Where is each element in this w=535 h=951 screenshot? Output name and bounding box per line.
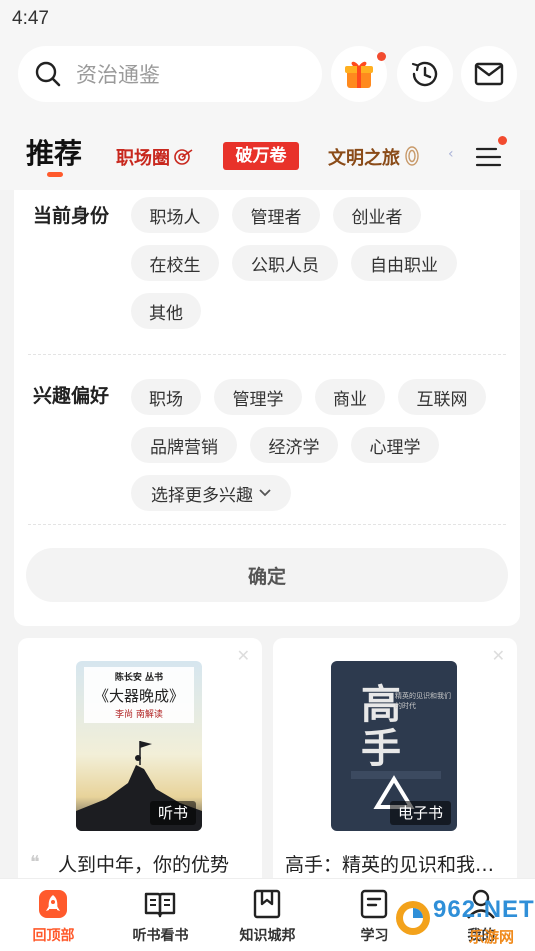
nav-label: 知识城邦 bbox=[239, 928, 296, 944]
history-icon bbox=[411, 61, 438, 87]
nav-back-to-top[interactable]: 回顶部 bbox=[0, 879, 107, 951]
cover-subtitle: 精英的见识和我们的时代 bbox=[395, 692, 451, 710]
search-bar[interactable]: 资治通鉴 bbox=[18, 46, 322, 102]
tab-civilization[interactable]: 文明之旅 bbox=[328, 144, 400, 170]
book-cover: 陈长安 丛书 《大器晚成》 李尚 南解读 听书 bbox=[76, 661, 202, 831]
tab-active-indicator bbox=[47, 172, 63, 177]
more-interests-button[interactable]: 选择更多兴趣 bbox=[131, 475, 291, 511]
search-placeholder: 资治通鉴 bbox=[76, 63, 160, 87]
nav-label: 回顶部 bbox=[32, 928, 75, 944]
format-badge: 听书 bbox=[149, 801, 196, 825]
identity-label: 当前身份 bbox=[33, 205, 110, 227]
nav-label: 听书看书 bbox=[132, 928, 189, 944]
cover-series: 陈长安 丛书 bbox=[114, 673, 164, 683]
tab-workplace[interactable]: 职场圈 bbox=[116, 144, 170, 170]
history-button[interactable] bbox=[397, 46, 453, 102]
section-divider bbox=[28, 524, 506, 525]
interests-label: 兴趣偏好 bbox=[33, 385, 110, 407]
quote-icon: ❝ bbox=[30, 852, 40, 873]
tab-recommend[interactable]: 推荐 bbox=[26, 132, 82, 172]
preference-card: 当前身份 职场人 管理者 创业者 在校生 公职人员 自由职业 其他 兴趣偏好 职… bbox=[14, 190, 520, 626]
target-icon bbox=[174, 149, 193, 165]
watermark-logo: 962.NET 乐游网 bbox=[393, 890, 535, 951]
identity-chip[interactable]: 公职人员 bbox=[232, 245, 338, 281]
mail-icon bbox=[474, 62, 504, 86]
more-interests-label: 选择更多兴趣 bbox=[151, 485, 253, 506]
watermark-brand: 962.NET bbox=[433, 896, 535, 923]
interest-chip[interactable]: 商业 bbox=[315, 379, 385, 415]
category-tabs: 推荐 职场圈 破万卷 文明之旅 ‹ bbox=[0, 128, 535, 188]
menu-badge bbox=[498, 136, 507, 145]
top-bar: 资治通鉴 推荐 职场圈 破万卷 文明之旅 ‹ bbox=[0, 38, 535, 190]
menu-icon[interactable] bbox=[474, 142, 504, 172]
identity-chip[interactable]: 其他 bbox=[131, 293, 201, 329]
confirm-button[interactable]: 确定 bbox=[26, 548, 508, 602]
notes-icon bbox=[360, 889, 388, 919]
chevron-down-icon bbox=[259, 489, 271, 497]
interest-chip[interactable]: 心理学 bbox=[351, 427, 439, 463]
cover-author: 李尚 南解读 bbox=[115, 710, 163, 720]
tab-scroll-hint: ‹ bbox=[448, 146, 454, 162]
gift-badge bbox=[377, 52, 386, 61]
gift-button[interactable] bbox=[331, 46, 387, 102]
interest-chip[interactable]: 品牌营销 bbox=[131, 427, 237, 463]
interest-chip[interactable]: 互联网 bbox=[398, 379, 486, 415]
interest-chip[interactable]: 经济学 bbox=[250, 427, 338, 463]
nav-listen-read[interactable]: 听书看书 bbox=[107, 879, 214, 951]
identity-chip[interactable]: 创业者 bbox=[333, 197, 421, 233]
identity-chip[interactable]: 职场人 bbox=[131, 197, 219, 233]
tab-pojuan[interactable]: 破万卷 bbox=[223, 142, 299, 170]
interest-chip[interactable]: 职场 bbox=[131, 379, 201, 415]
nav-knowledge-city[interactable]: 知识城邦 bbox=[214, 879, 321, 951]
book-card[interactable]: ✕ 高手 精英的见识和我们的时代 电子书 高手：精英的见识和我… bbox=[273, 638, 517, 898]
rocket-icon bbox=[39, 890, 67, 918]
gift-icon bbox=[345, 61, 373, 88]
identity-chip[interactable]: 在校生 bbox=[131, 245, 219, 281]
search-icon bbox=[35, 61, 61, 87]
interest-chip[interactable]: 管理学 bbox=[214, 379, 302, 415]
section-divider bbox=[28, 354, 506, 355]
bookmark-icon bbox=[253, 889, 281, 919]
status-bar: 4:47 bbox=[0, 0, 535, 38]
cover-title: 《大器晚成》 bbox=[93, 687, 184, 705]
identity-chip[interactable]: 管理者 bbox=[232, 197, 320, 233]
format-badge: 电子书 bbox=[389, 801, 451, 825]
book-title: 高手：精英的见识和我… bbox=[285, 854, 495, 876]
identity-chip[interactable]: 自由职业 bbox=[351, 245, 457, 281]
close-icon[interactable]: ✕ bbox=[237, 646, 250, 665]
status-time: 4:47 bbox=[12, 8, 49, 29]
book-open-icon bbox=[144, 892, 176, 918]
watermark-sub: 乐游网 bbox=[469, 928, 515, 946]
close-icon[interactable]: ✕ bbox=[492, 646, 505, 665]
mail-button[interactable] bbox=[461, 46, 517, 102]
book-title: 人到中年，你的优势 bbox=[58, 854, 230, 876]
fingerprint-icon bbox=[405, 146, 419, 166]
book-cover: 高手 精英的见识和我们的时代 电子书 bbox=[331, 661, 457, 831]
book-card[interactable]: ✕ 陈长安 丛书 《大器晚成》 李尚 南解读 听书 ❝ 人到中年，你的优势 bbox=[18, 638, 262, 898]
